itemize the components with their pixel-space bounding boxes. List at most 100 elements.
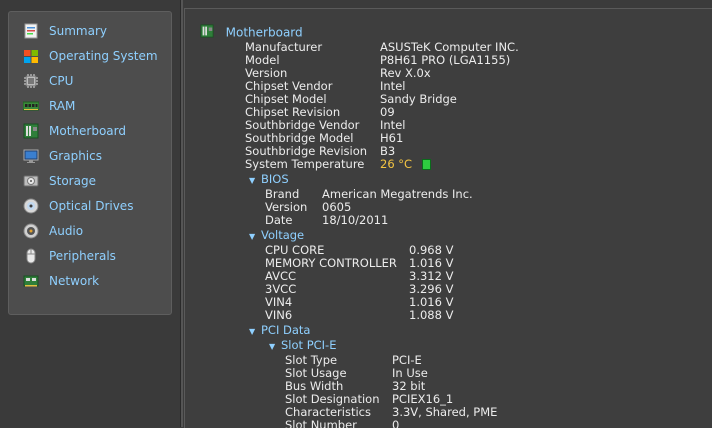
prop-key: Version: [265, 200, 308, 214]
section-title: Voltage: [261, 228, 305, 242]
expand-arrow-icon: ▼: [249, 327, 256, 336]
prop-row: System Temperature: [245, 158, 364, 171]
sidebar-item-audio[interactable]: Audio: [23, 221, 171, 241]
prop-value-text: H61: [380, 131, 404, 145]
temperature-text: 26 °C: [380, 157, 413, 171]
prop-value-text: 1.016 V: [409, 256, 454, 270]
prop-value-text: 1.016 V: [409, 295, 454, 309]
prop-value-text: Intel: [380, 79, 406, 93]
prop-row: VIN6: [265, 309, 292, 322]
prop-key: Bus Width: [285, 379, 344, 393]
sidebar-item-label: Storage: [49, 174, 96, 188]
prop-key: Brand: [265, 187, 300, 201]
sidebar-item-label: Peripherals: [49, 249, 116, 263]
sidebar-item-operating-system[interactable]: Operating System: [23, 46, 171, 66]
sidebar-item-label: Network: [49, 274, 100, 288]
section-title: Slot PCI-E: [281, 338, 337, 352]
temperature-ok-indicator-icon: [421, 159, 431, 170]
prop-key: Model: [245, 53, 280, 67]
sidebar-item-storage[interactable]: Storage: [23, 171, 171, 191]
section-title: PCI Data: [261, 323, 311, 337]
prop-value-text: 1.088 V: [409, 308, 454, 322]
prop-key: System Temperature: [245, 157, 365, 171]
mouse-icon: [23, 248, 39, 264]
prop-value-text: 3.3V, Shared, PME: [392, 405, 498, 419]
sidebar-item-label: RAM: [49, 99, 76, 113]
prop-value-text: 09: [380, 105, 395, 119]
windows-icon: [23, 48, 39, 64]
prop-value: 3.3V, Shared, PME: [392, 406, 497, 419]
prop-value-text: P8H61 PRO (LGA1155): [380, 53, 511, 67]
section-pci-data[interactable]: ▼ PCI Data: [249, 324, 310, 337]
section-voltage[interactable]: ▼ Voltage: [249, 229, 304, 242]
sidebar-item-label: Motherboard: [49, 124, 126, 138]
section-slot-pci-e[interactable]: ▼ Slot PCI-E: [269, 339, 336, 352]
prop-value-text: 0605: [322, 200, 352, 214]
prop-value: 1.088 V: [409, 309, 453, 322]
details-panel: Motherboard Manufacturer ASUSTeK Compute…: [184, 8, 712, 428]
prop-key: Date: [265, 213, 293, 227]
sidebar-item-graphics[interactable]: Graphics: [23, 146, 171, 166]
expand-arrow-icon: ▼: [249, 176, 256, 185]
prop-value-text: Rev X.0x: [380, 66, 431, 80]
cpu-icon: [23, 73, 39, 89]
section-header: Motherboard: [200, 24, 303, 40]
prop-key: AVCC: [265, 269, 297, 283]
sidebar-item-network[interactable]: Network: [23, 271, 171, 291]
sidebar-item-optical-drives[interactable]: Optical Drives: [23, 196, 171, 216]
sidebar-item-ram[interactable]: RAM: [23, 96, 171, 116]
prop-value-text: PCIEX16_1: [392, 392, 454, 406]
prop-value-text: 3.296 V: [409, 282, 454, 296]
sidebar-item-summary[interactable]: Summary: [23, 21, 171, 41]
speaker-icon: [23, 223, 39, 239]
prop-key: Chipset Vendor: [245, 79, 333, 93]
prop-key: Manufacturer: [245, 40, 323, 54]
network-icon: [23, 273, 39, 289]
prop-value-text: ASUSTeK Computer INC.: [380, 40, 519, 54]
motherboard-icon: [200, 24, 214, 42]
disk-icon: [23, 173, 39, 189]
prop-value-text: 18/10/2011: [322, 213, 389, 227]
prop-value-text: American Megatrends Inc.: [322, 187, 473, 201]
expand-arrow-icon: ▼: [269, 342, 276, 351]
prop-value-text: B3: [380, 144, 396, 158]
prop-value-text: Sandy Bridge: [380, 92, 457, 106]
prop-value-text: 0.968 V: [409, 243, 454, 257]
prop-key: Version: [245, 66, 288, 80]
sidebar-item-cpu[interactable]: CPU: [23, 71, 171, 91]
optical-disc-icon: [23, 198, 39, 214]
sidebar-item-label: Operating System: [49, 49, 158, 63]
sidebar-item-label: Audio: [49, 224, 84, 238]
monitor-icon: [23, 148, 39, 164]
sidebar-item-peripherals[interactable]: Peripherals: [23, 246, 171, 266]
sidebar-item-label: CPU: [49, 74, 74, 88]
temperature-value: 26 °C: [380, 158, 431, 171]
prop-key: CPU CORE: [265, 243, 325, 257]
expand-arrow-icon: ▼: [249, 232, 256, 241]
prop-value-text: Intel: [380, 118, 406, 132]
prop-value-text: 32 bit: [392, 379, 426, 393]
prop-key: VIN6: [265, 308, 293, 322]
prop-value-text: In Use: [392, 366, 428, 380]
prop-key: Slot Designation: [285, 392, 380, 406]
section-bios[interactable]: ▼ BIOS: [249, 173, 289, 186]
prop-key: Southbridge Model: [245, 131, 354, 145]
sidebar-item-label: Optical Drives: [49, 199, 134, 213]
prop-key: Southbridge Vendor: [245, 118, 360, 132]
sidebar-item-label: Graphics: [49, 149, 102, 163]
page-title: Motherboard: [225, 25, 303, 40]
summary-icon: [23, 23, 39, 39]
prop-key: Characteristics: [285, 405, 371, 419]
prop-value-text: 3.312 V: [409, 269, 454, 283]
prop-value: 18/10/2011: [322, 214, 388, 227]
prop-row: Date: [265, 214, 293, 227]
sidebar-item-label: Summary: [49, 24, 107, 38]
prop-key: Chipset Revision: [245, 105, 341, 119]
sidebar-item-motherboard[interactable]: Motherboard: [23, 121, 171, 141]
prop-key: Slot Usage: [285, 366, 347, 380]
panel-divider-highlight: [181, 0, 183, 427]
prop-value-text: PCI-E: [392, 353, 422, 367]
motherboard-icon: [23, 123, 39, 139]
prop-key: Slot Type: [285, 353, 338, 367]
prop-key: VIN4: [265, 295, 293, 309]
